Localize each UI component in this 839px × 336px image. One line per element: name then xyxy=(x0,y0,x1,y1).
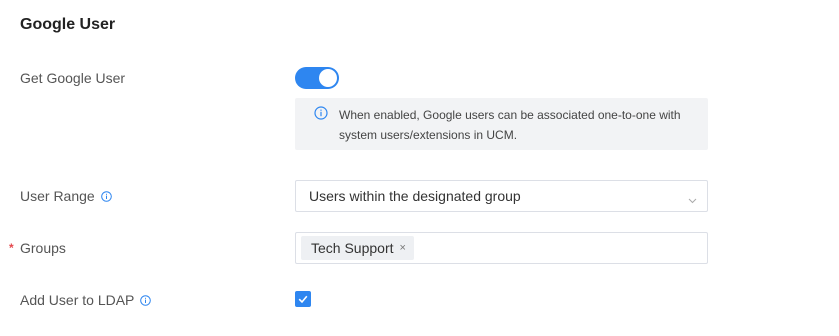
group-tag-label: Tech Support xyxy=(311,240,394,256)
info-circle-icon xyxy=(314,106,328,120)
info-circle-icon[interactable] xyxy=(100,190,112,202)
close-icon[interactable]: × xyxy=(400,242,406,254)
group-tag: Tech Support × xyxy=(301,236,414,260)
get-google-user-label-text: Get Google User xyxy=(20,70,126,86)
user-range-label-text: User Range xyxy=(20,188,95,204)
toggle-knob xyxy=(319,69,337,87)
info-circle-icon[interactable] xyxy=(140,294,152,306)
get-google-user-toggle[interactable] xyxy=(295,67,339,89)
user-range-select-value: Users within the designated group xyxy=(309,188,521,204)
user-range-select[interactable]: Users within the designated group xyxy=(295,180,708,212)
required-marker: * xyxy=(9,241,14,255)
groups-label: Groups xyxy=(20,238,66,258)
section-title: Google User xyxy=(20,16,116,33)
add-user-to-ldap-checkbox[interactable] xyxy=(295,291,311,307)
user-range-label: User Range xyxy=(20,186,112,206)
info-notice-text: When enabled, Google users can be associ… xyxy=(339,108,681,142)
groups-multiselect[interactable]: Tech Support × xyxy=(295,232,708,264)
chevron-down-icon xyxy=(688,192,697,204)
info-notice: When enabled, Google users can be associ… xyxy=(295,98,708,150)
add-user-to-ldap-label: Add User to LDAP xyxy=(20,290,152,310)
add-user-to-ldap-label-text: Add User to LDAP xyxy=(20,292,135,308)
groups-label-text: Groups xyxy=(20,240,66,256)
check-icon xyxy=(298,295,308,304)
get-google-user-label: Get Google User xyxy=(20,68,125,88)
